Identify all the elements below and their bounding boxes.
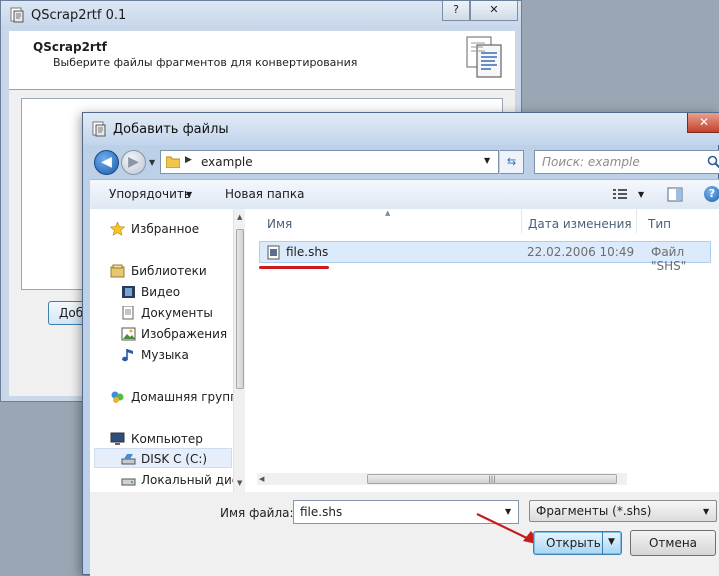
view-options-chevron-icon[interactable]: ▼ — [638, 190, 644, 199]
navigation-pane: Избранное Библиотеки Видео Документы Изо… — [90, 209, 246, 492]
disk-drive-icon — [121, 454, 136, 465]
file-type-filter-value: Фрагменты (*.shs) — [536, 504, 652, 518]
search-input[interactable]: Поиск: example — [534, 150, 719, 174]
breadcrumb-chevron-icon[interactable]: ▶ — [185, 155, 192, 165]
refresh-icon: ⇆ — [506, 155, 517, 168]
refresh-button[interactable]: ⇆ — [500, 150, 524, 174]
preview-pane-icon[interactable] — [667, 187, 683, 202]
search-placeholder: Поиск: example — [542, 155, 640, 169]
split-divider — [602, 532, 603, 554]
column-divider[interactable] — [521, 209, 522, 233]
file-name: file.shs — [286, 245, 329, 259]
nav-item-local-disk[interactable]: Локальный диск — [141, 473, 246, 487]
scrollbar-thumb[interactable] — [236, 229, 244, 389]
view-mode-icon[interactable] — [612, 188, 628, 202]
documents-icon — [466, 36, 502, 78]
nav-item-music[interactable]: Музыка — [141, 348, 189, 362]
background-window-title: QScrap2rtf 0.1 — [31, 8, 127, 23]
star-icon — [110, 222, 125, 236]
breadcrumb-current[interactable]: example — [201, 155, 253, 169]
wizard-header-title: QScrap2rtf — [33, 40, 107, 54]
organize-button[interactable]: Упорядочить — [109, 187, 191, 201]
file-row[interactable]: file.shs 22.02.2006 10:49 Файл "SHS" — [259, 241, 711, 273]
nav-item-documents[interactable]: Документы — [141, 306, 213, 320]
chevron-down-icon[interactable]: ▼ — [186, 190, 192, 199]
add-files-dialog: Добавить файлы ✕ ◀ ▶ ▼ ▶ example ▼ ⇆ Пои… — [82, 112, 719, 576]
folder-icon — [166, 156, 180, 168]
music-icon — [122, 349, 133, 362]
close-caption-button[interactable]: ✕ — [470, 1, 518, 21]
wizard-header-subtitle: Выберите файлы фрагментов для конвертиро… — [53, 56, 358, 69]
nav-item-favorites[interactable]: Избранное — [131, 222, 199, 236]
file-list-horizontal-scrollbar[interactable]: ◀ ||| — [257, 473, 627, 485]
column-header-name[interactable]: Имя — [267, 217, 292, 231]
nav-item-images[interactable]: Изображения — [141, 327, 227, 341]
local-disk-icon — [121, 478, 136, 486]
file-date: 22.02.2006 10:49 — [527, 245, 635, 259]
recent-locations-chevron-icon[interactable]: ▼ — [149, 158, 155, 167]
nav-item-libraries[interactable]: Библиотеки — [131, 264, 207, 278]
open-button[interactable]: Открыть ▼ — [533, 531, 622, 555]
scroll-down-icon[interactable]: ▼ — [237, 479, 242, 487]
nav-item-disk-c[interactable]: DISK C (C:) — [141, 452, 207, 466]
arrow-left-icon: ◀ — [101, 154, 112, 170]
nav-item-homegroup[interactable]: Домашняя группа — [131, 390, 245, 404]
new-folder-button[interactable]: Новая папка — [225, 187, 304, 201]
scrollbar-thumb[interactable]: ||| — [367, 474, 617, 484]
help-caption-button[interactable]: ? — [442, 1, 470, 21]
column-divider[interactable] — [636, 209, 637, 233]
nav-item-video[interactable]: Видео — [141, 285, 180, 299]
column-header-type[interactable]: Тип — [648, 217, 671, 231]
images-icon — [121, 327, 136, 341]
app-icon — [92, 121, 106, 137]
cancel-button[interactable]: Отмена — [630, 530, 716, 556]
file-list-pane: ▲ Имя Дата изменения Тип file.shs 22.02.… — [245, 209, 719, 492]
video-icon — [122, 286, 135, 298]
wizard-header: QScrap2rtf Выберите файлы фрагментов для… — [9, 31, 515, 89]
filename-label: Имя файла: — [220, 506, 294, 520]
command-toolbar: Упорядочить ▼ Новая папка ▼ ? — [90, 179, 719, 211]
help-icon[interactable]: ? — [704, 186, 719, 202]
computer-icon — [110, 432, 125, 445]
back-button[interactable]: ◀ — [94, 150, 119, 175]
arrow-right-icon: ▶ — [128, 154, 139, 170]
homegroup-icon — [111, 391, 124, 403]
app-icon — [10, 7, 24, 23]
libraries-icon — [110, 264, 125, 278]
background-title-bar: QScrap2rtf 0.1 ? ✕ — [1, 1, 521, 29]
shs-file-icon — [267, 245, 280, 260]
documents-icon — [122, 306, 134, 320]
dialog-title: Добавить файлы — [113, 122, 229, 137]
address-dropdown-icon[interactable]: ▼ — [484, 156, 490, 165]
column-header-date[interactable]: Дата изменения — [528, 217, 632, 231]
filename-value: file.shs — [300, 505, 343, 519]
annotation-underline — [259, 266, 329, 269]
file-type: Файл "SHS" — [651, 245, 687, 273]
dialog-title-bar: Добавить файлы ✕ — [83, 113, 719, 145]
nav-item-computer[interactable]: Компьютер — [131, 432, 203, 446]
scroll-up-icon[interactable]: ▲ — [237, 213, 242, 221]
sort-indicator-icon: ▲ — [385, 209, 391, 217]
file-type-filter-select[interactable]: Фрагменты (*.shs) ▼ — [529, 500, 717, 522]
open-button-label: Открыть — [546, 536, 601, 550]
dialog-footer: Имя файла: file.shs ▼ Фрагменты (*.shs) … — [90, 492, 719, 576]
address-bar[interactable]: ▶ example ▼ — [160, 150, 499, 174]
search-icon[interactable] — [707, 155, 719, 169]
dialog-close-button[interactable]: ✕ — [687, 113, 719, 133]
forward-button[interactable]: ▶ — [121, 150, 146, 175]
open-options-chevron-icon[interactable]: ▼ — [608, 537, 615, 547]
chevron-down-icon[interactable]: ▼ — [703, 507, 709, 516]
scroll-left-icon[interactable]: ◀ — [259, 475, 264, 483]
